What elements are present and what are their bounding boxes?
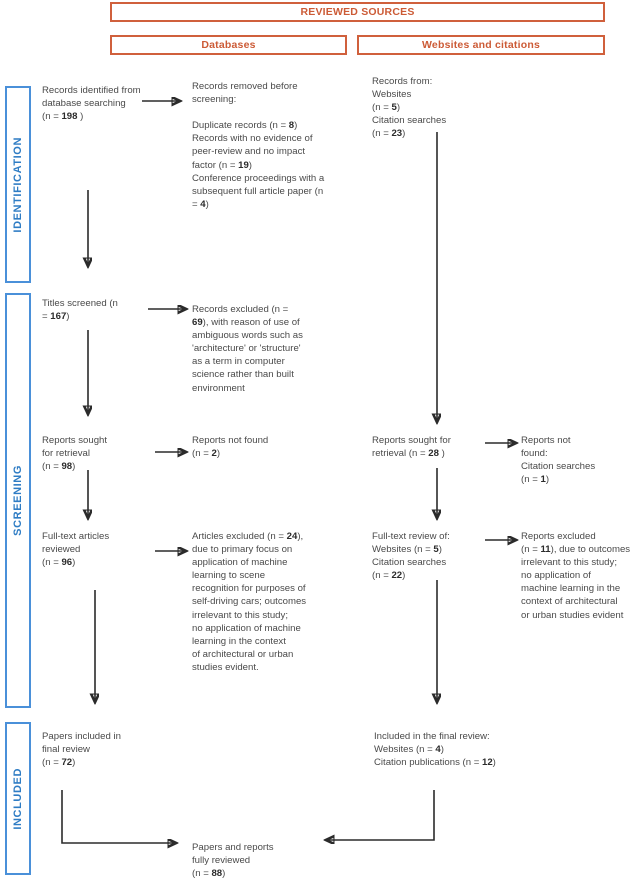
node-reports-excluded-right: Reports excluded (n = 11), due to outcom… [521,531,631,621]
node-reports-not-found-left: Reports not found (n = 2) [192,435,269,460]
node-articles-excluded: Articles excluded (n = 24), due to prima… [192,531,307,673]
stage-label-included-text: INCLUDED [12,767,24,830]
node-reports-sought-left: Reports sought for retrieval (n = 98) [42,435,108,473]
prisma-flow-diagram: REVIEWED SOURCES Databases Websites and … [0,0,640,880]
stage-label-identification-text: IDENTIFICATION [12,136,24,233]
node-records-excluded: Records excluded (n = 69), with reason o… [192,304,303,394]
stage-label-screening-text: SCREENING [12,465,24,536]
elbow-web-included-to-final [326,790,435,840]
stage-label-included: INCLUDED [5,722,31,875]
header-databases: Databases [110,35,347,55]
node-records-from-web: Records from: Websites (n = 5) Citation … [372,76,447,140]
node-reports-not-found-right: Reports not found: Citation searches (n … [521,435,596,486]
header-websites-and-citations: Websites and citations [357,35,605,55]
header-websites-and-citations-label: Websites and citations [422,39,540,51]
header-databases-label: Databases [201,39,256,51]
node-records-identified: Records identified from database searchi… [42,85,141,123]
node-papers-reports-reviewed: Papers and reports fully reviewed (n = 8… [192,842,274,880]
node-fulltext-review-web: Full-text review of: Websites (n = 5) Ci… [372,531,450,582]
node-papers-included: Papers included in final review (n = 72) [42,731,121,769]
node-included-final-review: Included in the final review: Websites (… [374,731,496,769]
node-reports-sought-right: Reports sought for retrieval (n = 28 ) [372,435,451,460]
elbow-papers-included-to-final [61,790,176,843]
node-titles-screened: Titles screened (n = 167) [42,298,118,323]
node-fulltext-reviewed: Full-text articles reviewed (n = 96) [42,531,110,569]
stage-label-screening: SCREENING [5,293,31,708]
header-reviewed-sources-label: REVIEWED SOURCES [300,6,415,18]
stage-label-identification: IDENTIFICATION [5,86,31,283]
header-reviewed-sources: REVIEWED SOURCES [110,2,605,22]
node-records-removed: Records removed before screening: Duplic… [192,81,325,210]
